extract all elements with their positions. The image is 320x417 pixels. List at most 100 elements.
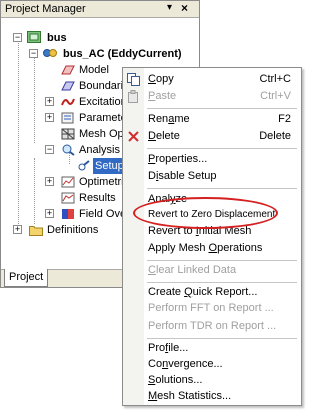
- menu-label: D: [148, 170, 156, 182]
- context-menu: Copy Ctrl+C Paste Ctrl+V Rename F2 Delet…: [122, 67, 302, 406]
- tree-line: [34, 55, 35, 143]
- tree-label: Model: [79, 64, 109, 77]
- tree-line: [34, 158, 35, 224]
- menu-label: Apply Mesh: [148, 242, 209, 254]
- menu-label: uick Report...: [192, 286, 258, 298]
- tree-line: [18, 38, 19, 224]
- tree-label: Results: [79, 192, 116, 205]
- project-icon: [27, 31, 41, 43]
- menu-separator: [147, 188, 297, 189]
- menu-label: ...: [264, 302, 274, 314]
- menu-item-paste[interactable]: Paste Ctrl+V: [123, 88, 301, 105]
- menu-label: lear Linked Data: [155, 264, 237, 276]
- tree-item-bus[interactable]: − bus: [13, 30, 69, 46]
- field-overlays-icon: [62, 209, 74, 219]
- menu-label: perations: [217, 242, 263, 254]
- menu-label: aste: [155, 90, 177, 102]
- menu-item-copy[interactable]: Copy Ctrl+C: [123, 71, 301, 88]
- menu-label: Pro: [148, 342, 166, 354]
- menu-separator: [147, 282, 297, 283]
- menu-label: O: [208, 242, 218, 254]
- copy-icon: [127, 73, 140, 86]
- menu-item-disable-setup[interactable]: Disable Setup: [123, 168, 301, 185]
- shortcut-label: F2: [278, 113, 291, 125]
- delete-icon: [128, 131, 139, 142]
- collapse-icon[interactable]: −: [45, 145, 54, 154]
- menu-label: esh Statistics...: [157, 390, 232, 402]
- shortcut-label: Ctrl+V: [260, 90, 291, 102]
- menu-label: Ren: [148, 113, 169, 125]
- menu-label: sable Setup: [158, 170, 217, 182]
- parameters-icon: [61, 112, 74, 124]
- menu-item-solutions[interactable]: Solutions...: [123, 372, 301, 389]
- menu-label: vergence...: [168, 358, 223, 370]
- menu-label: elete: [155, 130, 180, 142]
- menu-separator: [147, 338, 297, 339]
- tree-item-model[interactable]: Model: [61, 62, 111, 78]
- menu-item-apply-mesh-operations[interactable]: Apply Mesh Operations: [123, 240, 301, 257]
- model-icon: [61, 65, 75, 75]
- optimetrics-icon: [61, 176, 75, 188]
- paste-icon: [128, 90, 138, 103]
- expand-icon[interactable]: +: [45, 113, 54, 122]
- expand-icon[interactable]: +: [45, 97, 54, 106]
- tree-label: bus_AC (EddyCurrent): [63, 48, 182, 61]
- folder-icon: [29, 226, 43, 236]
- menu-label: D: [148, 130, 156, 142]
- annotation-ellipse: [133, 197, 278, 229]
- setup-icon: [78, 160, 90, 171]
- menu-item-perform-fft[interactable]: Perform FFT on Report ...: [123, 300, 301, 317]
- menu-label: M: [148, 390, 158, 402]
- tree-item-excitations[interactable]: + Excitations: [45, 94, 134, 110]
- results-icon: [61, 192, 75, 204]
- pin-dropdown-icon[interactable]: ▾: [167, 2, 172, 13]
- menu-label: roperties...: [155, 153, 208, 165]
- menu-item-rename[interactable]: Rename F2: [123, 111, 301, 128]
- menu-item-properties[interactable]: Properties...: [123, 151, 301, 168]
- collapse-icon[interactable]: −: [13, 33, 22, 42]
- shortcut-label: Delete: [259, 130, 291, 142]
- tree-item-results[interactable]: Results: [61, 190, 118, 206]
- analysis-icon: [62, 144, 75, 156]
- menu-item-create-quick-report[interactable]: Create Quick Report...: [123, 284, 301, 301]
- menu-label: Perform FFT on Report: [148, 302, 265, 314]
- menu-item-convergence[interactable]: Convergence...: [123, 356, 301, 373]
- menu-item-clear-linked-data[interactable]: Clear Linked Data: [123, 262, 301, 279]
- menu-separator: [147, 148, 297, 149]
- menu-label: Perform TDR on Report: [148, 320, 268, 332]
- expand-icon[interactable]: +: [45, 177, 54, 186]
- collapse-icon[interactable]: −: [29, 49, 38, 58]
- boundaries-icon: [61, 81, 75, 91]
- expand-icon[interactable]: +: [13, 225, 22, 234]
- tree-item-design[interactable]: − bus_AC (EddyCurrent): [29, 46, 184, 62]
- menu-label: olutions...: [155, 374, 203, 386]
- excitations-icon: [61, 98, 75, 106]
- menu-label: C: [148, 73, 156, 85]
- menu-label: C: [148, 264, 156, 276]
- eddycurrent-design-icon: [43, 49, 57, 57]
- tree-item-analysis[interactable]: − Analysis: [45, 142, 122, 158]
- tree-label: Definitions: [47, 224, 99, 237]
- expand-icon[interactable]: +: [45, 209, 54, 218]
- menu-separator: [147, 108, 297, 109]
- menu-label: opy: [155, 73, 174, 85]
- menu-label: Co: [148, 358, 163, 370]
- menu-item-mesh-statistics[interactable]: Mesh Statistics...: [123, 388, 301, 405]
- shortcut-label: Ctrl+C: [259, 73, 291, 85]
- menu-separator: [147, 260, 297, 261]
- menu-label: Q: [184, 286, 193, 298]
- menu-label: ...: [267, 320, 277, 332]
- close-icon[interactable]: ×: [181, 1, 188, 15]
- menu-label: ile...: [168, 342, 189, 354]
- project-manager-title: Project Manager: [5, 3, 86, 15]
- tab-project[interactable]: Project: [4, 269, 48, 287]
- tree-label: Analysis: [79, 144, 120, 157]
- menu-label: Create: [148, 286, 185, 298]
- menu-item-perform-tdr[interactable]: Perform TDR on Report ...: [123, 318, 301, 335]
- menu-item-delete[interactable]: Delete Delete: [123, 128, 301, 145]
- project-manager-titlebar: Project Manager ▾ ×: [1, 1, 199, 18]
- menu-label: me: [174, 113, 190, 125]
- menu-item-profile[interactable]: Profile...: [123, 340, 301, 357]
- mesh-icon: [61, 128, 75, 140]
- tree-item-definitions[interactable]: + Definitions: [13, 222, 100, 238]
